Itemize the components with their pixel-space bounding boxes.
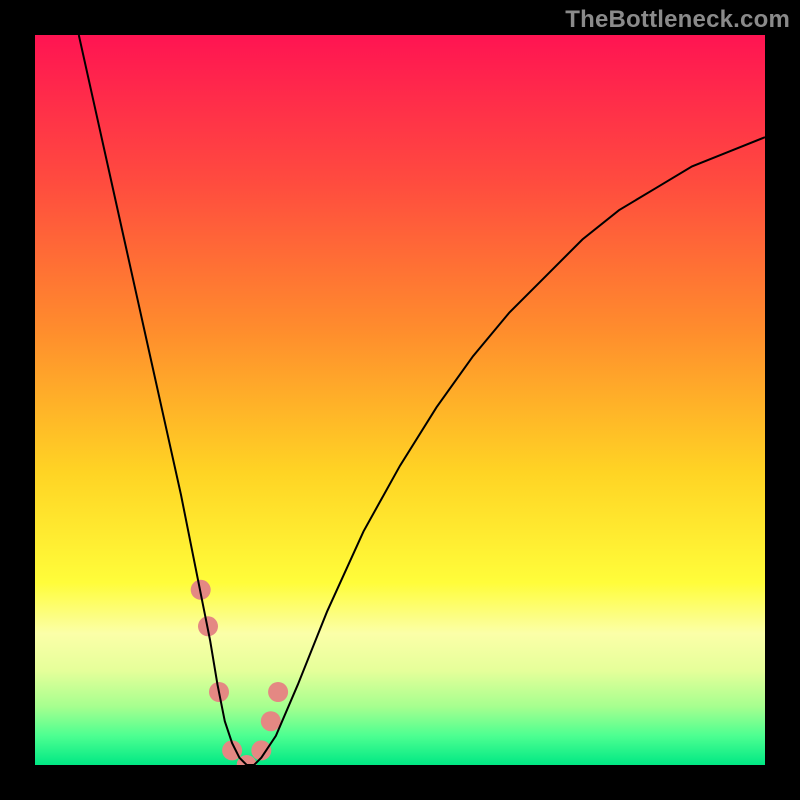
chart-frame: TheBottleneck.com <box>0 0 800 800</box>
plot-area <box>35 35 765 765</box>
watermark-text: TheBottleneck.com <box>565 6 790 34</box>
gradient-background <box>35 35 765 765</box>
highlight-marker <box>268 682 288 702</box>
chart-svg <box>35 35 765 765</box>
highlight-marker <box>261 711 281 731</box>
